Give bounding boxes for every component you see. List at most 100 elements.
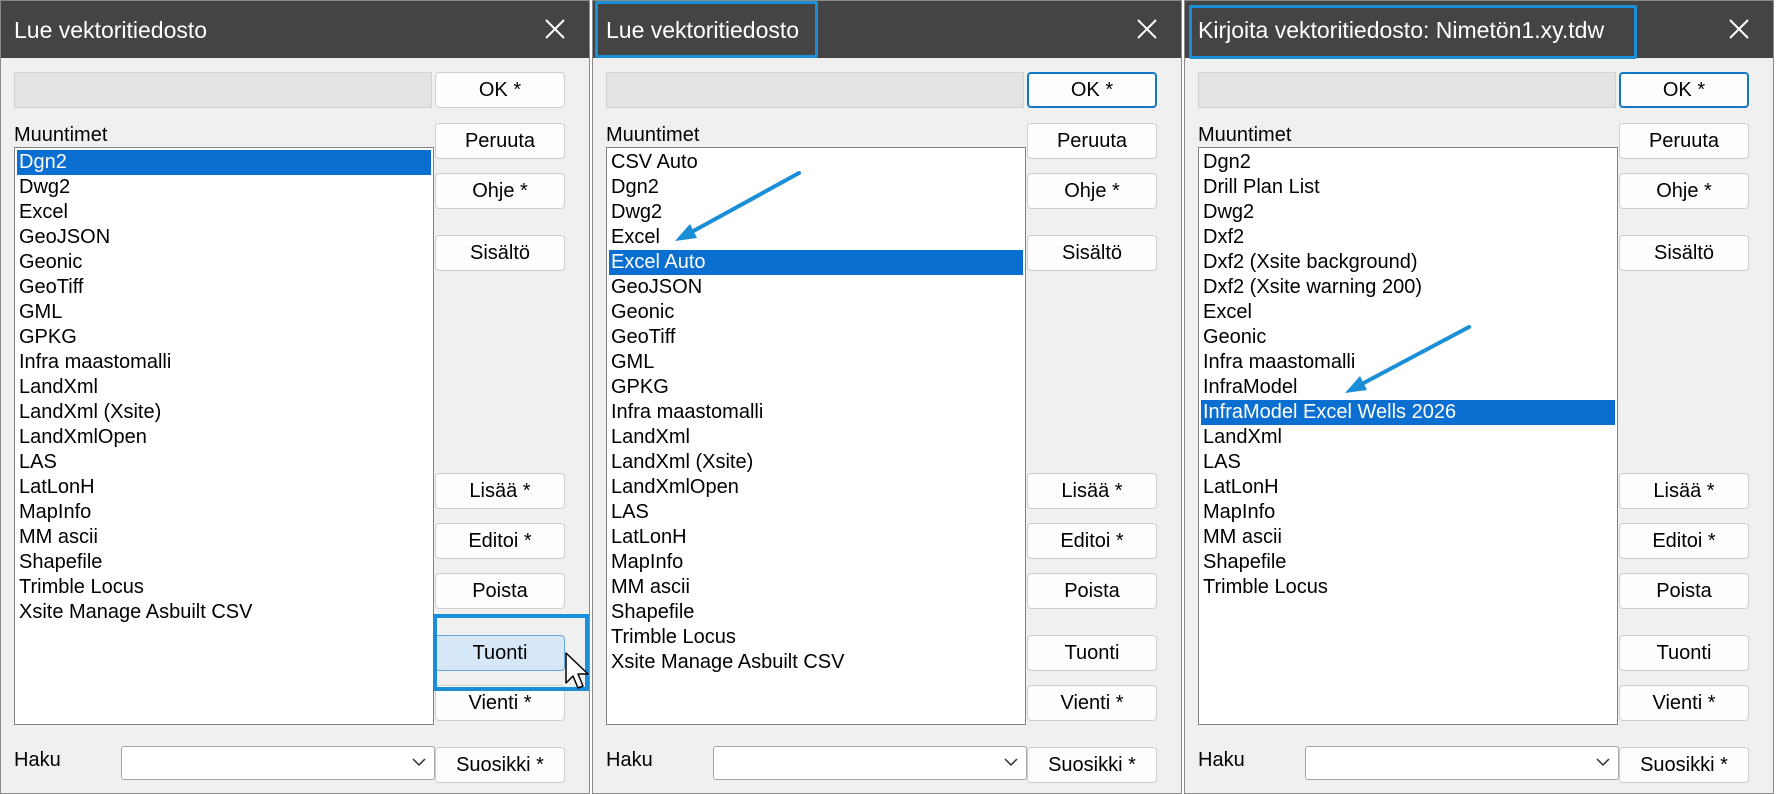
list-item[interactable]: Geonic bbox=[17, 250, 431, 275]
contents-button[interactable]: Sisältö bbox=[435, 235, 565, 271]
ok-button[interactable]: OK * bbox=[435, 72, 565, 108]
list-item[interactable]: LatLonH bbox=[609, 525, 1023, 550]
list-item[interactable]: Dxf2 bbox=[1201, 225, 1615, 250]
list-item[interactable]: GPKG bbox=[609, 375, 1023, 400]
list-item[interactable]: Trimble Locus bbox=[17, 575, 431, 600]
add-button[interactable]: Lisää * bbox=[1027, 473, 1157, 509]
list-item[interactable]: Dxf2 (Xsite background) bbox=[1201, 250, 1615, 275]
list-item[interactable]: Dgn2 bbox=[17, 150, 431, 175]
ok-button[interactable]: OK * bbox=[1027, 72, 1157, 108]
list-item[interactable]: GeoJSON bbox=[609, 275, 1023, 300]
list-item[interactable]: LandXml bbox=[609, 425, 1023, 450]
add-button[interactable]: Lisää * bbox=[435, 473, 565, 509]
contents-button[interactable]: Sisältö bbox=[1619, 235, 1749, 271]
list-item[interactable]: Dwg2 bbox=[609, 200, 1023, 225]
list-item[interactable]: Dgn2 bbox=[609, 175, 1023, 200]
cancel-button[interactable]: Peruuta bbox=[435, 123, 565, 159]
list-item[interactable]: GML bbox=[609, 350, 1023, 375]
delete-button[interactable]: Poista bbox=[1027, 573, 1157, 609]
chevron-down-icon[interactable] bbox=[1004, 757, 1018, 767]
help-button[interactable]: Ohje * bbox=[1027, 173, 1157, 209]
list-item[interactable]: LatLonH bbox=[1201, 475, 1615, 500]
export-button[interactable]: Vienti * bbox=[1027, 685, 1157, 721]
list-item[interactable]: Excel bbox=[609, 225, 1023, 250]
cancel-button[interactable]: Peruuta bbox=[1619, 123, 1749, 159]
list-item[interactable]: MM ascii bbox=[609, 575, 1023, 600]
list-item[interactable]: Excel bbox=[1201, 300, 1615, 325]
add-button[interactable]: Lisää * bbox=[1619, 473, 1749, 509]
favorite-button[interactable]: Suosikki * bbox=[1027, 747, 1157, 783]
converters-list[interactable]: CSV Auto Dgn2 Dwg2 Excel Excel Auto GeoJ… bbox=[606, 147, 1026, 725]
search-label: Haku bbox=[606, 749, 653, 771]
list-item[interactable]: Geonic bbox=[1201, 325, 1615, 350]
list-item[interactable]: LAS bbox=[1201, 450, 1615, 475]
list-item[interactable]: CSV Auto bbox=[609, 150, 1023, 175]
list-item[interactable]: Dwg2 bbox=[1201, 200, 1615, 225]
list-item[interactable]: Dwg2 bbox=[17, 175, 431, 200]
list-item[interactable]: Trimble Locus bbox=[609, 625, 1023, 650]
help-button[interactable]: Ohje * bbox=[435, 173, 565, 209]
chevron-down-icon[interactable] bbox=[1596, 757, 1610, 767]
cancel-button[interactable]: Peruuta bbox=[1027, 123, 1157, 159]
search-combobox[interactable] bbox=[713, 746, 1027, 780]
close-icon[interactable] bbox=[1135, 17, 1159, 41]
list-item[interactable]: LandXml bbox=[17, 375, 431, 400]
list-item[interactable]: MapInfo bbox=[609, 550, 1023, 575]
list-item[interactable]: Infra maastomalli bbox=[1201, 350, 1615, 375]
list-item[interactable]: Dgn2 bbox=[1201, 150, 1615, 175]
list-item[interactable]: GML bbox=[17, 300, 431, 325]
list-item[interactable]: LandXml (Xsite) bbox=[609, 450, 1023, 475]
list-item[interactable]: LandXml (Xsite) bbox=[17, 400, 431, 425]
list-item[interactable]: Infra maastomalli bbox=[17, 350, 431, 375]
close-icon[interactable] bbox=[543, 17, 567, 41]
favorite-button[interactable]: Suosikki * bbox=[1619, 747, 1749, 783]
list-item[interactable]: Excel bbox=[17, 200, 431, 225]
list-item[interactable]: LatLonH bbox=[17, 475, 431, 500]
ok-button[interactable]: OK * bbox=[1619, 72, 1749, 108]
list-item[interactable]: Xsite Manage Asbuilt CSV bbox=[609, 650, 1023, 675]
list-item[interactable]: GeoTiff bbox=[17, 275, 431, 300]
close-icon[interactable] bbox=[1727, 17, 1751, 41]
list-item[interactable]: InfraModel bbox=[1201, 375, 1615, 400]
list-item[interactable]: Drill Plan List bbox=[1201, 175, 1615, 200]
search-combobox[interactable] bbox=[121, 746, 435, 780]
converters-label: Muuntimet bbox=[606, 124, 700, 146]
list-item[interactable]: MapInfo bbox=[1201, 500, 1615, 525]
chevron-down-icon[interactable] bbox=[412, 757, 426, 767]
edit-button[interactable]: Editoi * bbox=[435, 523, 565, 559]
contents-button[interactable]: Sisältö bbox=[1027, 235, 1157, 271]
list-item[interactable]: MapInfo bbox=[17, 500, 431, 525]
list-item[interactable]: Infra maastomalli bbox=[609, 400, 1023, 425]
converters-list[interactable]: Dgn2 Drill Plan List Dwg2 Dxf2 Dxf2 (Xsi… bbox=[1198, 147, 1618, 725]
search-combobox[interactable] bbox=[1305, 746, 1619, 780]
list-item[interactable]: LAS bbox=[17, 450, 431, 475]
list-item[interactable]: LandXml bbox=[1201, 425, 1615, 450]
favorite-button[interactable]: Suosikki * bbox=[435, 747, 565, 783]
list-item[interactable]: Trimble Locus bbox=[1201, 575, 1615, 600]
list-item[interactable]: Shapefile bbox=[1201, 550, 1615, 575]
list-item[interactable]: Shapefile bbox=[609, 600, 1023, 625]
delete-button[interactable]: Poista bbox=[435, 573, 565, 609]
list-item[interactable]: Geonic bbox=[609, 300, 1023, 325]
list-item[interactable]: InfraModel Excel Wells 2026 bbox=[1201, 400, 1615, 425]
list-item[interactable]: MM ascii bbox=[17, 525, 431, 550]
list-item[interactable]: GPKG bbox=[17, 325, 431, 350]
list-item[interactable]: Xsite Manage Asbuilt CSV bbox=[17, 600, 431, 625]
import-button[interactable]: Tuonti bbox=[1027, 635, 1157, 671]
help-button[interactable]: Ohje * bbox=[1619, 173, 1749, 209]
list-item[interactable]: LAS bbox=[609, 500, 1023, 525]
edit-button[interactable]: Editoi * bbox=[1619, 523, 1749, 559]
edit-button[interactable]: Editoi * bbox=[1027, 523, 1157, 559]
delete-button[interactable]: Poista bbox=[1619, 573, 1749, 609]
list-item[interactable]: MM ascii bbox=[1201, 525, 1615, 550]
import-button[interactable]: Tuonti bbox=[1619, 635, 1749, 671]
list-item[interactable]: Excel Auto bbox=[609, 250, 1023, 275]
list-item[interactable]: LandXmlOpen bbox=[609, 475, 1023, 500]
converters-list[interactable]: Dgn2 Dwg2 Excel GeoJSON Geonic GeoTiff G… bbox=[14, 147, 434, 725]
list-item[interactable]: GeoJSON bbox=[17, 225, 431, 250]
list-item[interactable]: LandXmlOpen bbox=[17, 425, 431, 450]
export-button[interactable]: Vienti * bbox=[1619, 685, 1749, 721]
list-item[interactable]: Dxf2 (Xsite warning 200) bbox=[1201, 275, 1615, 300]
list-item[interactable]: GeoTiff bbox=[609, 325, 1023, 350]
list-item[interactable]: Shapefile bbox=[17, 550, 431, 575]
